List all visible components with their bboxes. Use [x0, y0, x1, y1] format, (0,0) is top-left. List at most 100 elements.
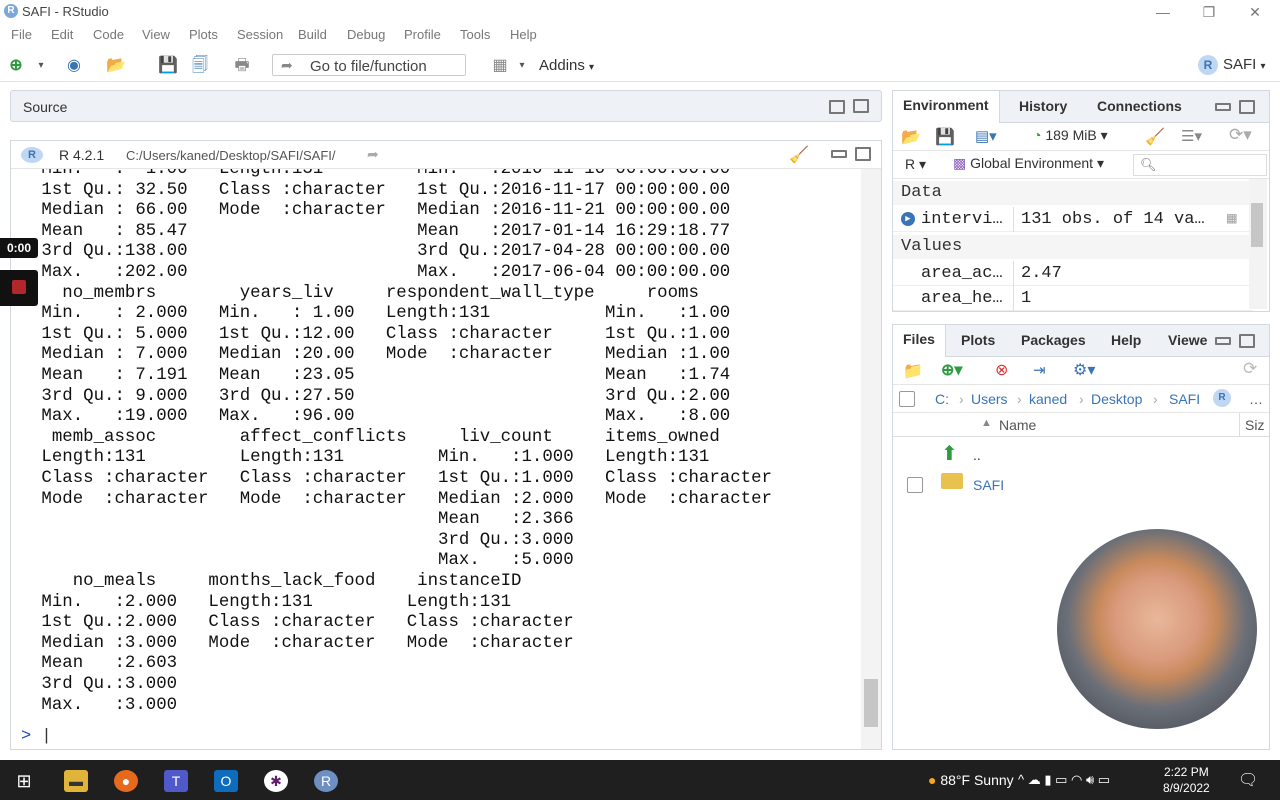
- menu-profile[interactable]: Profile: [404, 27, 441, 42]
- column-name[interactable]: Name: [999, 417, 1036, 433]
- project-menu[interactable]: R SAFI ▾: [1198, 55, 1266, 75]
- goto-dir-icon[interactable]: ➦: [367, 146, 379, 163]
- new-blank-file-icon[interactable]: ⊕▾: [941, 360, 962, 380]
- menu-session[interactable]: Session: [237, 27, 283, 42]
- more-path-icon[interactable]: …: [1249, 391, 1263, 407]
- env-value-row[interactable]: area_ac… 2.47: [893, 261, 1253, 286]
- restore-pane-icon[interactable]: [829, 100, 845, 114]
- crumb-kaned[interactable]: kaned: [1029, 391, 1067, 407]
- env-scroll-thumb[interactable]: [1251, 203, 1263, 247]
- memory-usage[interactable]: ◔ 189 MiB ▾: [1033, 127, 1108, 144]
- tab-files[interactable]: Files: [893, 325, 946, 357]
- teams-icon[interactable]: T: [164, 770, 188, 792]
- minimize-env-icon[interactable]: [1215, 103, 1231, 111]
- env-search-input[interactable]: 🔍︎: [1133, 154, 1267, 176]
- tab-packages[interactable]: Packages: [1021, 332, 1086, 348]
- minimize-button[interactable]: —: [1140, 2, 1186, 22]
- windows-start-icon[interactable]: ⊞: [12, 770, 36, 792]
- scroll-thumb[interactable]: [864, 679, 878, 727]
- console-scrollbar[interactable]: [861, 169, 881, 749]
- recording-control[interactable]: [0, 270, 38, 306]
- delete-file-icon[interactable]: ⊗: [995, 360, 1008, 380]
- minimize-files-icon[interactable]: [1215, 337, 1231, 345]
- import-dataset-icon[interactable]: ▤▾: [975, 127, 997, 145]
- new-folder-icon[interactable]: 📁: [903, 361, 923, 381]
- crumb-users[interactable]: Users: [971, 391, 1008, 407]
- firefox-icon[interactable]: ●: [114, 770, 138, 792]
- crumb-desktop[interactable]: Desktop: [1091, 391, 1142, 407]
- save-icon[interactable]: 💾: [158, 55, 178, 77]
- menu-code[interactable]: Code: [93, 27, 124, 42]
- addins-menu[interactable]: Addins ▾: [539, 57, 594, 74]
- file-name[interactable]: ..: [973, 447, 981, 463]
- minimize-console-icon[interactable]: [831, 150, 847, 158]
- tab-help[interactable]: Help: [1111, 332, 1141, 348]
- clear-console-icon[interactable]: 🧹: [789, 145, 809, 165]
- new-project-icon[interactable]: ◉: [60, 55, 88, 77]
- slack-icon[interactable]: ✱: [264, 770, 288, 792]
- project-dir-icon[interactable]: R: [1213, 389, 1231, 407]
- crumb-safi[interactable]: SAFI: [1169, 391, 1200, 407]
- crumb-drive[interactable]: C:: [935, 391, 949, 407]
- load-workspace-icon[interactable]: 📂: [901, 127, 921, 147]
- tab-plots[interactable]: Plots: [961, 332, 995, 348]
- env-data-row[interactable]: ▶ intervi… 131 obs. of 14 va… ▦: [893, 207, 1253, 232]
- file-row[interactable]: SAFI: [893, 471, 1269, 501]
- file-row-parent[interactable]: ⬆ ..: [893, 439, 1269, 469]
- clear-objects-icon[interactable]: 🧹: [1145, 127, 1165, 147]
- env-value-row[interactable]: area_he… 1: [893, 286, 1253, 311]
- file-name[interactable]: SAFI: [973, 477, 1004, 493]
- save-all-icon[interactable]: 🗐: [188, 55, 212, 77]
- maximize-pane-icon[interactable]: [853, 99, 869, 113]
- menu-file[interactable]: File: [11, 27, 32, 42]
- clock[interactable]: 2:22 PM 8/9/2022: [1163, 764, 1210, 796]
- menu-plots[interactable]: Plots: [189, 27, 218, 42]
- dropdown-arrow-icon[interactable]: ▾: [34, 55, 48, 77]
- notification-icon[interactable]: 🗨: [1238, 770, 1258, 790]
- refresh-env-icon[interactable]: ⟳▾: [1229, 125, 1252, 145]
- maximize-env-icon[interactable]: [1239, 100, 1255, 114]
- menu-edit[interactable]: Edit: [51, 27, 73, 42]
- refresh-files-icon[interactable]: ⟳: [1243, 359, 1257, 379]
- file-explorer-icon[interactable]: ▬: [64, 770, 88, 792]
- console-prompt[interactable]: > |: [21, 727, 52, 746]
- rename-file-icon[interactable]: ⇥: [1033, 361, 1046, 379]
- go-to-file-input[interactable]: ➦ Go to file/function: [272, 54, 466, 76]
- new-file-icon[interactable]: ⊕: [6, 55, 26, 77]
- weather-widget[interactable]: ● 88°F Sunny: [928, 772, 1014, 788]
- stop-record-icon[interactable]: [12, 280, 26, 294]
- tab-environment[interactable]: Environment: [893, 91, 1000, 123]
- print-icon[interactable]: 🖶: [230, 55, 254, 77]
- layout-dropdown-icon[interactable]: ▾: [514, 55, 530, 77]
- language-select[interactable]: R ▾: [905, 156, 926, 173]
- menu-help[interactable]: Help: [510, 27, 537, 42]
- env-scrollbar[interactable]: [1249, 179, 1267, 309]
- list-view-icon[interactable]: ☰▾: [1181, 127, 1202, 145]
- tab-viewer[interactable]: Viewe: [1168, 332, 1207, 348]
- maximize-files-icon[interactable]: [1239, 334, 1255, 348]
- tab-connections[interactable]: Connections: [1097, 98, 1182, 114]
- menu-view[interactable]: View: [142, 27, 170, 42]
- more-gear-icon[interactable]: ⚙▾: [1073, 360, 1095, 380]
- rstudio-taskbar-icon[interactable]: R: [314, 770, 338, 792]
- menu-build[interactable]: Build: [298, 27, 327, 42]
- expand-icon[interactable]: ▶: [901, 212, 915, 226]
- open-file-icon[interactable]: 📂: [102, 55, 130, 77]
- restore-button[interactable]: ❐: [1186, 2, 1232, 22]
- scope-select[interactable]: ▩ Global Environment ▾: [953, 155, 1104, 172]
- tab-history[interactable]: History: [1019, 98, 1067, 114]
- working-directory[interactable]: C:/Users/kaned/Desktop/SAFI/SAFI/: [126, 148, 336, 163]
- outlook-icon[interactable]: O: [214, 770, 238, 792]
- menu-tools[interactable]: Tools: [460, 27, 490, 42]
- menu-debug[interactable]: Debug: [347, 27, 385, 42]
- grid-layout-icon[interactable]: ▦: [488, 55, 512, 77]
- restore-console-icon[interactable]: [855, 147, 871, 161]
- tray-icons[interactable]: ^ ☁ ▮ ▭ ◠ 🔊︎ ▭: [1018, 772, 1110, 788]
- console-output[interactable]: Min. : 1.00 Length:131 Min. :2016-11-16 …: [11, 169, 859, 749]
- file-checkbox[interactable]: [907, 477, 923, 493]
- close-button[interactable]: ✕: [1232, 2, 1278, 22]
- view-table-icon[interactable]: ▦: [1227, 207, 1237, 232]
- save-workspace-icon[interactable]: 💾: [935, 127, 955, 147]
- select-all-checkbox[interactable]: [899, 391, 915, 407]
- column-size[interactable]: Siz: [1245, 417, 1264, 433]
